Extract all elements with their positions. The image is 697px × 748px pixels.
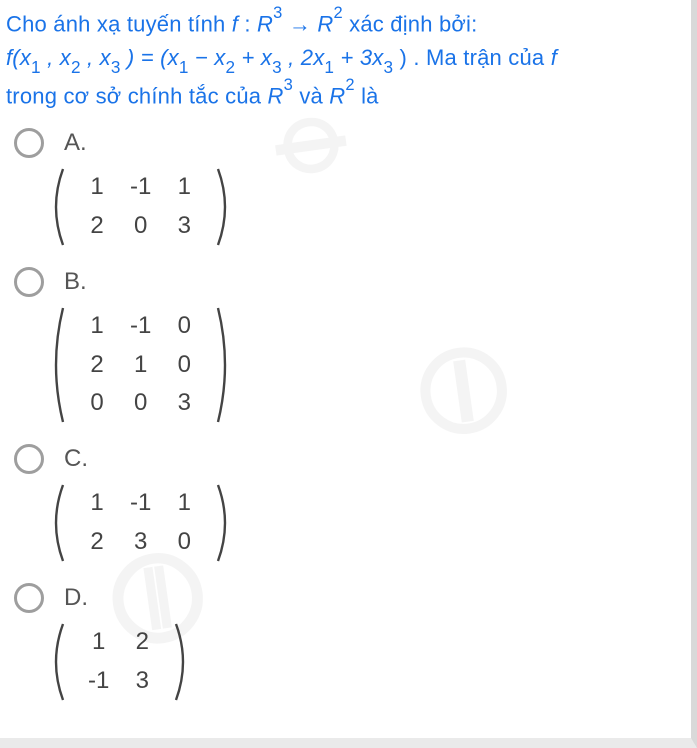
matrix-cell: 3 xyxy=(173,209,195,244)
matrix-cells: 12 -1 3 xyxy=(66,621,173,703)
text: f xyxy=(232,11,238,36)
matrix-cell: 3 xyxy=(173,386,195,421)
option-label: B. xyxy=(64,268,87,296)
option-label: A. xyxy=(64,129,87,157)
matrix-cell: 0 xyxy=(128,209,153,244)
matrix: 12 -1 3 xyxy=(46,621,193,703)
option-c[interactable]: C. 1 -1 1 230 xyxy=(6,444,681,569)
radio-button[interactable] xyxy=(14,267,44,297)
text: → xyxy=(289,11,318,36)
sub: 1 xyxy=(179,57,189,77)
text: Cho ánh xạ tuyến tính xyxy=(6,11,232,36)
matrix-cell: -1 xyxy=(128,309,153,344)
matrix: 1 -1 1 203 xyxy=(46,166,235,248)
matrix-cell: 3 xyxy=(128,525,153,560)
matrix-cell: 1 xyxy=(86,486,108,521)
matrix-cell: 0 xyxy=(86,386,108,421)
sub: 3 xyxy=(383,57,393,77)
paren-close-icon xyxy=(215,305,235,425)
matrix-cell: -1 xyxy=(86,664,111,699)
text: , x xyxy=(87,45,111,70)
text: f(x xyxy=(6,45,31,70)
text: R xyxy=(329,84,345,109)
sub: 1 xyxy=(324,57,334,77)
paren-open-icon xyxy=(46,166,66,248)
text: và xyxy=(299,84,329,109)
matrix: 1 -1 1 230 xyxy=(46,482,235,564)
matrix-cell: 0 xyxy=(128,386,153,421)
answer-options: A. 1-11203 B. 1-10210003 C. xyxy=(6,128,681,708)
radio-button[interactable] xyxy=(14,583,44,613)
matrix-cell: 2 xyxy=(86,347,108,382)
paren-close-icon xyxy=(215,166,235,248)
sub: 3 xyxy=(272,57,282,77)
question-card: ⦵ ⦶ ⦷ Cho ánh xạ tuyến tính f : R3 → R2 … xyxy=(0,0,697,748)
matrix-cells: 1 -1 1 230 xyxy=(66,482,215,564)
matrix-cell: 1 xyxy=(86,170,108,205)
option-label: D. xyxy=(64,584,88,612)
text: ) . xyxy=(400,45,420,70)
text: , 2x xyxy=(288,45,324,70)
option-b[interactable]: B. 1-10210003 xyxy=(6,267,681,430)
matrix-cells: 1-10210003 xyxy=(66,305,215,425)
text: Ma trận của xyxy=(426,45,551,70)
text: : xyxy=(244,11,257,36)
matrix-cell: 1 xyxy=(128,347,153,382)
matrix-cell: 0 xyxy=(173,525,195,560)
text: R xyxy=(268,84,284,109)
matrix-cell: 1 xyxy=(86,625,111,660)
paren-open-icon xyxy=(46,305,66,425)
matrix-cell: 0 xyxy=(173,347,195,382)
matrix-cell: 3 xyxy=(131,664,153,699)
option-d[interactable]: D. 12 -1 3 xyxy=(6,583,681,708)
text: là xyxy=(361,84,379,109)
fade-cut xyxy=(0,716,685,728)
option-a[interactable]: A. 1 -1 1 203 xyxy=(6,128,681,253)
radio-button[interactable] xyxy=(14,128,44,158)
radio-button[interactable] xyxy=(14,444,44,474)
text: + 3x xyxy=(340,45,383,70)
paren-open-icon xyxy=(46,482,66,564)
paren-open-icon xyxy=(46,621,66,703)
sub: 2 xyxy=(71,57,81,77)
option-label: C. xyxy=(64,445,88,473)
sub: 3 xyxy=(111,57,121,77)
matrix-cell: 2 xyxy=(86,209,108,244)
question-text: Cho ánh xạ tuyến tính f : R 3 → R 2 xác đị… xyxy=(6,6,681,114)
matrix-cell: 1 xyxy=(86,309,108,344)
matrix-cell: -1 xyxy=(128,170,153,205)
sub: 1 xyxy=(31,57,41,77)
text: xác định bởi: xyxy=(349,11,477,36)
text: trong cơ sở chính tắc của xyxy=(6,84,268,109)
matrix-cell: 2 xyxy=(86,525,108,560)
matrix-cell: 2 xyxy=(131,625,153,660)
text: f xyxy=(551,45,557,70)
sub: 2 xyxy=(225,57,235,77)
text: R xyxy=(317,11,333,36)
text: ) = (x xyxy=(127,45,179,70)
text: R xyxy=(257,11,273,36)
matrix-cells: 1 -1 1 203 xyxy=(66,166,215,248)
text: , x xyxy=(47,45,71,70)
text: − x xyxy=(195,45,226,70)
text: + x xyxy=(242,45,273,70)
matrix-cell: 0 xyxy=(173,309,195,344)
matrix: 1-10210003 xyxy=(46,305,235,425)
matrix-cell: 1 xyxy=(173,170,195,205)
matrix-cell: 1 xyxy=(173,486,195,521)
paren-close-icon xyxy=(215,482,235,564)
matrix-cell: -1 xyxy=(128,486,153,521)
paren-close-icon xyxy=(173,621,193,703)
